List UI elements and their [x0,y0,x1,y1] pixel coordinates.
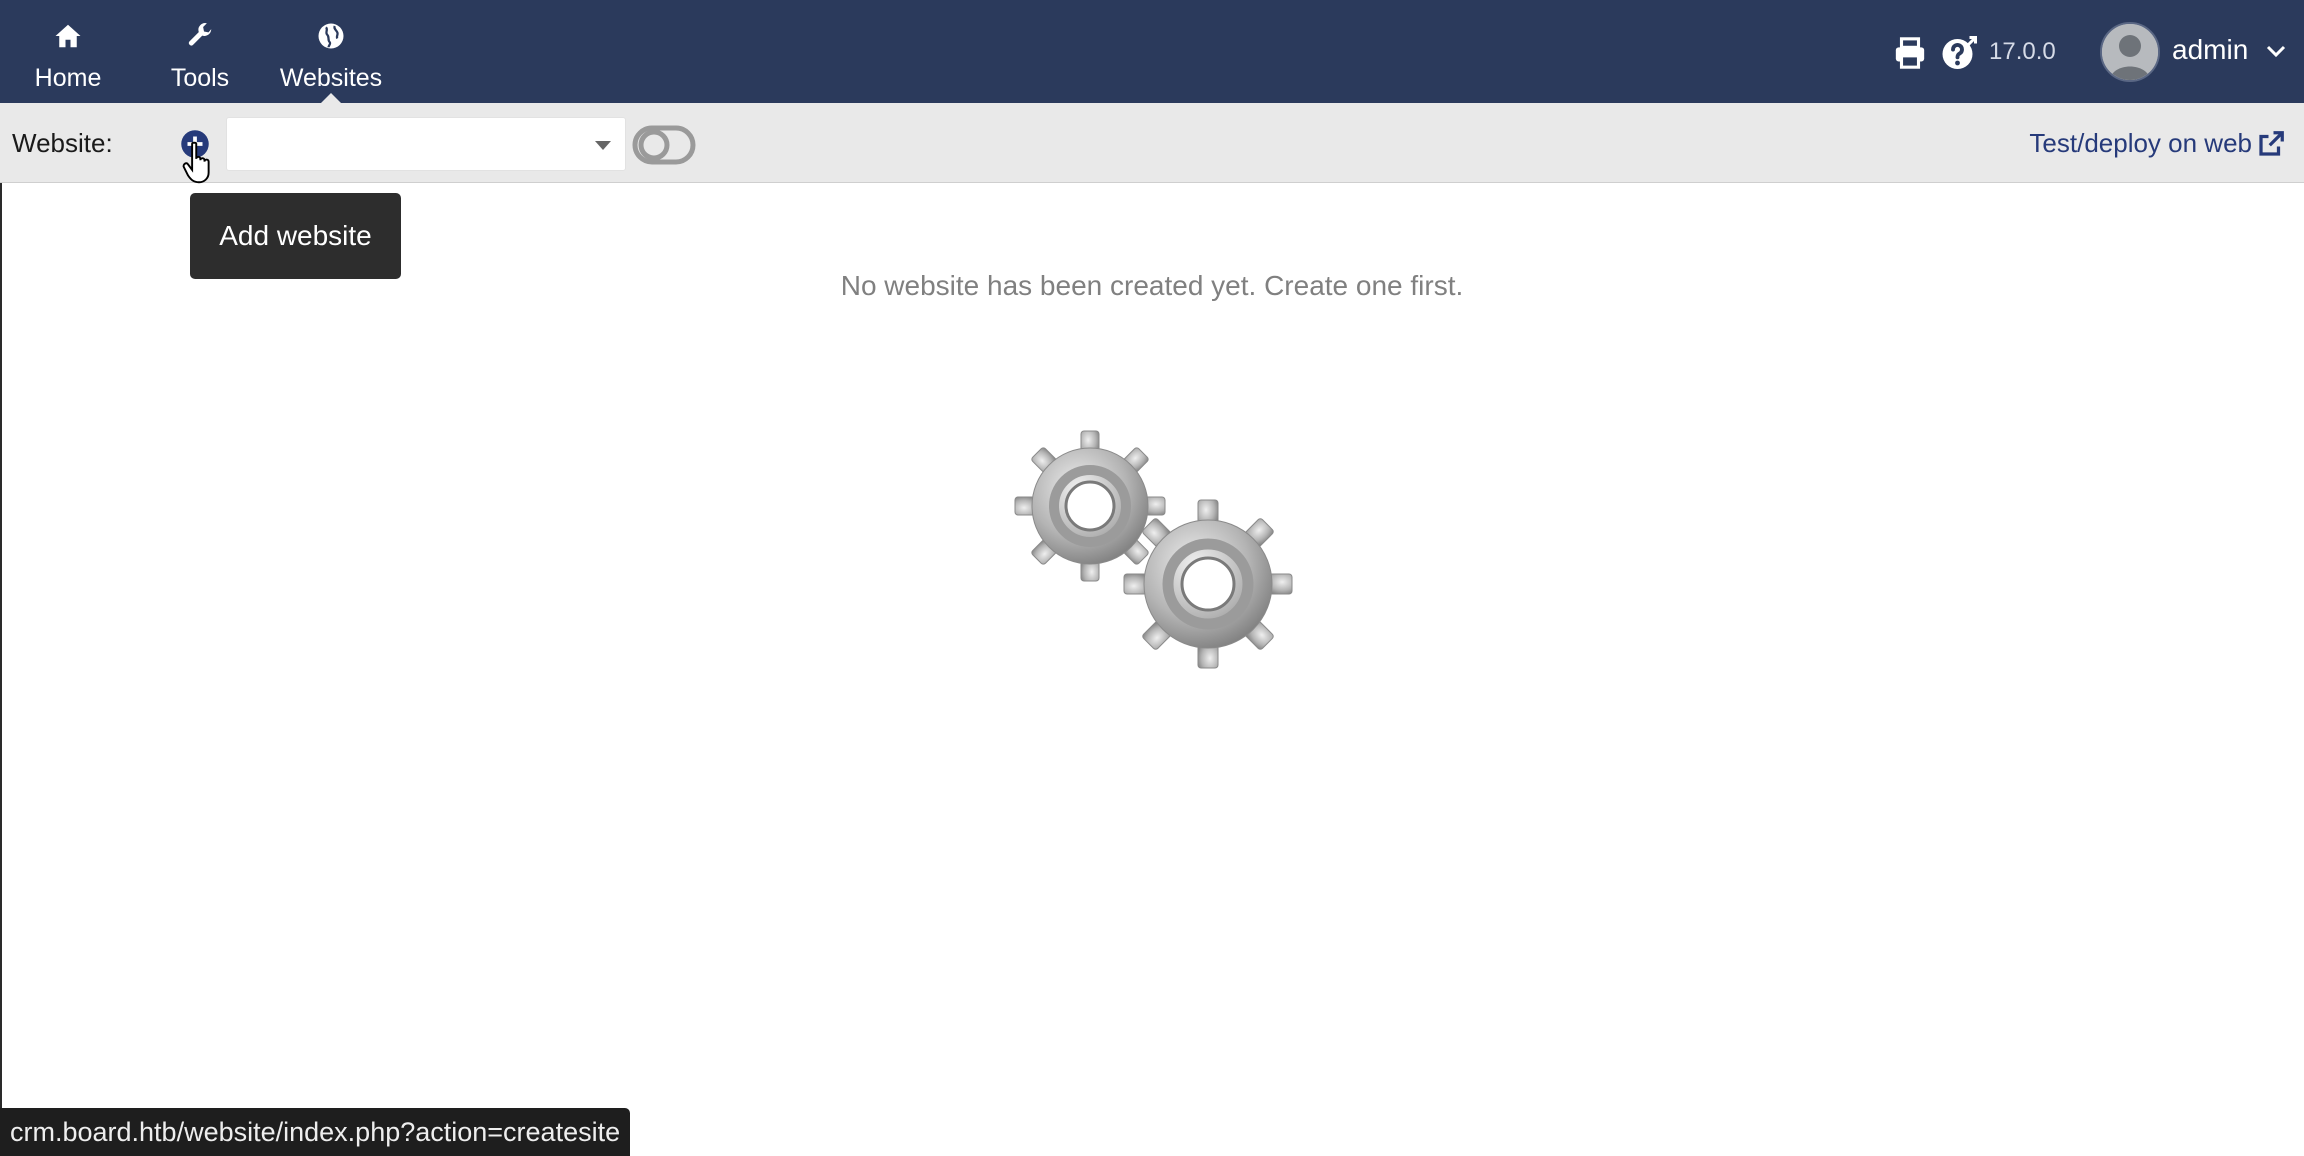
empty-state-message: No website has been created yet. Create … [840,270,1464,301]
nav-websites-label: Websites [279,64,383,92]
website-toolbar: Website: Test/deploy on web [0,103,2304,184]
test-deploy-link[interactable]: Test/deploy on web [2029,128,2252,159]
content-left-border [0,183,2,1156]
status-url-bar: crm.board.htb/website/index.php?action=c… [0,1108,631,1156]
wrench-icon [188,23,212,46]
add-website-tooltip: Add website [190,193,401,279]
version-label: 17.0.0 [1989,38,2056,65]
avatar[interactable] [2100,22,2160,82]
nav-tools-label: Tools [170,64,230,92]
website-label: Website: [12,128,113,158]
hand-cursor-icon [182,141,210,184]
nav-tools[interactable]: Tools [150,0,250,103]
nav-home-label: Home [34,64,102,92]
nav-home[interactable]: Home [18,0,118,103]
print-icon[interactable] [1893,36,1927,70]
active-tab-indicator [321,93,341,103]
nav-websites[interactable]: Websites [270,0,392,103]
globe-icon [318,23,344,49]
dropdown-arrow-icon[interactable] [595,141,611,150]
help-icon[interactable] [1941,36,1977,72]
toggle-off-icon[interactable] [632,123,696,167]
home-icon [55,24,81,48]
user-silhouette-icon [2102,24,2158,80]
website-select[interactable] [226,117,626,171]
gears-icon [1014,430,1293,669]
chevron-down-icon[interactable] [2266,44,2286,58]
user-name[interactable]: admin [2172,34,2248,66]
external-link-icon[interactable] [2256,129,2286,159]
top-navigation-bar: Home Tools Websites 17.0.0 admin [0,0,2304,103]
